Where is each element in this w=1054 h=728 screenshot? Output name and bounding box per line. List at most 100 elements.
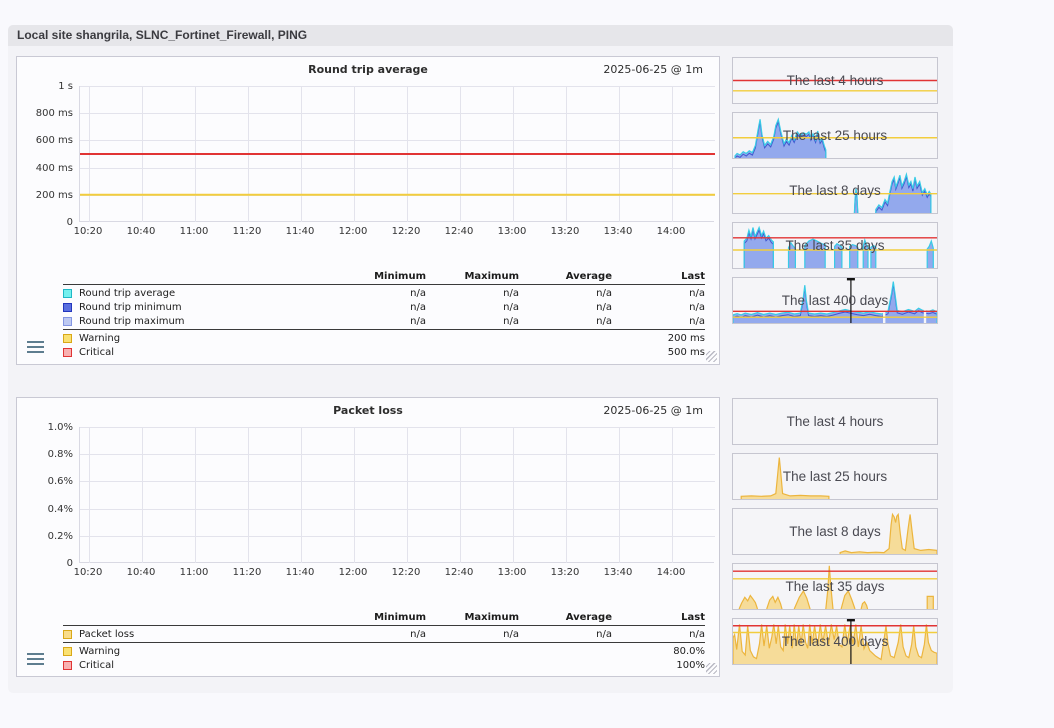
thumbnail-chart [733,619,937,664]
x-axis-tick-label: 13:00 [490,226,534,237]
legend-divider [63,642,705,643]
x-axis-tick-label: 10:20 [66,226,110,237]
legend-series-row: Round trip averagen/an/an/an/a [63,286,705,300]
thumbnail-chart [733,223,937,268]
widget-header: Local site shangrila, SLNC_Fortinet_Fire… [8,25,953,46]
time-range-thumbnail[interactable]: The last 8 days [732,508,938,555]
resize-handle-icon[interactable] [706,351,717,362]
series-value: n/a [333,288,426,299]
x-axis-tick-label: 11:40 [278,567,322,578]
time-range-thumbnail[interactable]: The last 25 hours [732,453,938,500]
time-range-thumbnail[interactable]: The last 4 hours [732,57,938,104]
series-value: n/a [426,629,519,640]
menu-icon[interactable] [27,653,44,665]
y-axis-tick-label: 0.8% [17,449,73,460]
thumbnail-chart [733,509,937,554]
legend-series-row: Round trip minimumn/an/an/an/a [63,300,705,314]
threshold-swatch [63,334,72,343]
legend: MinimumMaximumAverageLast Packet lossn/an… [63,610,705,672]
y-axis-tick-label: 1 s [17,81,73,92]
y-axis-tick-label: 200 ms [17,190,73,201]
time-range-thumbnail[interactable]: The last 400 days [732,618,938,665]
x-axis-tick-label: 14:00 [649,226,693,237]
x-axis-tick-label: 13:40 [596,226,640,237]
x-axis-tick-label: 14:00 [649,567,693,578]
legend-divider [63,329,705,330]
series-value: n/a [612,316,705,327]
x-axis-tick-label: 11:00 [172,567,216,578]
legend-column-header: Minimum [333,612,426,623]
series-value: n/a [519,629,612,640]
chart-date: 2025-06-25 @ 1m [603,63,703,76]
time-range-thumbnail[interactable]: The last 8 days [732,167,938,214]
x-axis-tick-label: 10:20 [66,567,110,578]
legend: MinimumMaximumAverageLastRound trip aver… [63,269,705,359]
time-range-thumbnail[interactable]: The last 400 days [732,277,938,324]
thumbnail-chart [733,564,937,609]
legend-threshold-row: Critical100% [63,658,705,672]
legend-column-header: Average [519,612,612,623]
legend-column-header: Maximum [426,271,519,282]
grid-lines [80,427,715,563]
series-value: n/a [519,302,612,313]
series-value: n/a [333,629,426,640]
x-axis-tick-label: 13:20 [543,226,587,237]
time-range-thumbnail[interactable]: The last 35 days [732,563,938,610]
series-label: Round trip minimum [79,302,182,313]
threshold-swatch [63,348,72,357]
threshold-swatch [63,647,72,656]
grid-lines [80,86,715,222]
legend-column-header: Last [612,612,705,623]
thumbnail-chart [733,278,937,323]
y-axis-tick-label: 0.6% [17,476,73,487]
series-label: Round trip average [79,288,175,299]
thumbnail-chart [733,168,937,213]
plot-area[interactable] [79,86,714,222]
y-axis-tick-label: 600 ms [17,135,73,146]
x-axis-tick-label: 13:40 [596,567,640,578]
threshold-swatch [63,661,72,670]
x-axis-tick-label: 11:40 [278,226,322,237]
time-range-thumbnail[interactable]: The last 35 days [732,222,938,269]
series-value: n/a [612,288,705,299]
widget-title: Local site shangrila, SLNC_Fortinet_Fire… [17,28,307,42]
series-swatch [63,317,72,326]
series-value: n/a [519,288,612,299]
series-label: Round trip maximum [79,316,185,327]
legend-series-row: Round trip maximumn/an/an/an/a [63,314,705,328]
menu-icon[interactable] [27,341,44,353]
x-axis-tick-label: 12:20 [384,226,428,237]
series-swatch [63,303,72,312]
x-axis-tick-label: 11:20 [225,226,269,237]
y-axis-tick-label: 1.0% [17,422,73,433]
y-axis-tick-label: 800 ms [17,108,73,119]
x-axis-tick-label: 12:00 [331,226,375,237]
legend-threshold-row: Critical500 ms [63,345,705,359]
legend-series-row: Packet lossn/an/an/an/a [63,627,705,641]
x-axis-tick-label: 12:40 [437,567,481,578]
y-axis-tick-label: 0 [17,217,73,228]
threshold-value: 80.0% [612,646,705,657]
threshold-value: 200 ms [612,333,705,344]
x-axis-tick-label: 12:40 [437,226,481,237]
x-axis-tick-label: 10:40 [119,567,163,578]
x-axis-tick-label: 12:00 [331,567,375,578]
x-axis-tick-label: 10:40 [119,226,163,237]
series-value: n/a [519,316,612,327]
series-value: n/a [426,288,519,299]
legend-column-header: Maximum [426,612,519,623]
resize-handle-icon[interactable] [706,663,717,674]
threshold-label: Critical [79,660,114,671]
page: Local site shangrila, SLNC_Fortinet_Fire… [0,0,1054,728]
legend-header-row: MinimumMaximumAverageLast [63,610,705,624]
legend-divider [63,625,705,626]
x-axis-tick-label: 12:20 [384,567,428,578]
graph-widget: Local site shangrila, SLNC_Fortinet_Fire… [8,25,953,693]
series-value: n/a [426,302,519,313]
legend-column-header: Last [612,271,705,282]
time-range-thumbnail[interactable]: The last 25 hours [732,112,938,159]
time-range-thumbnail[interactable]: The last 4 hours [732,398,938,445]
plot-area[interactable] [79,427,714,563]
x-axis-tick-label: 13:00 [490,567,534,578]
thumbnail-chart [733,454,937,499]
